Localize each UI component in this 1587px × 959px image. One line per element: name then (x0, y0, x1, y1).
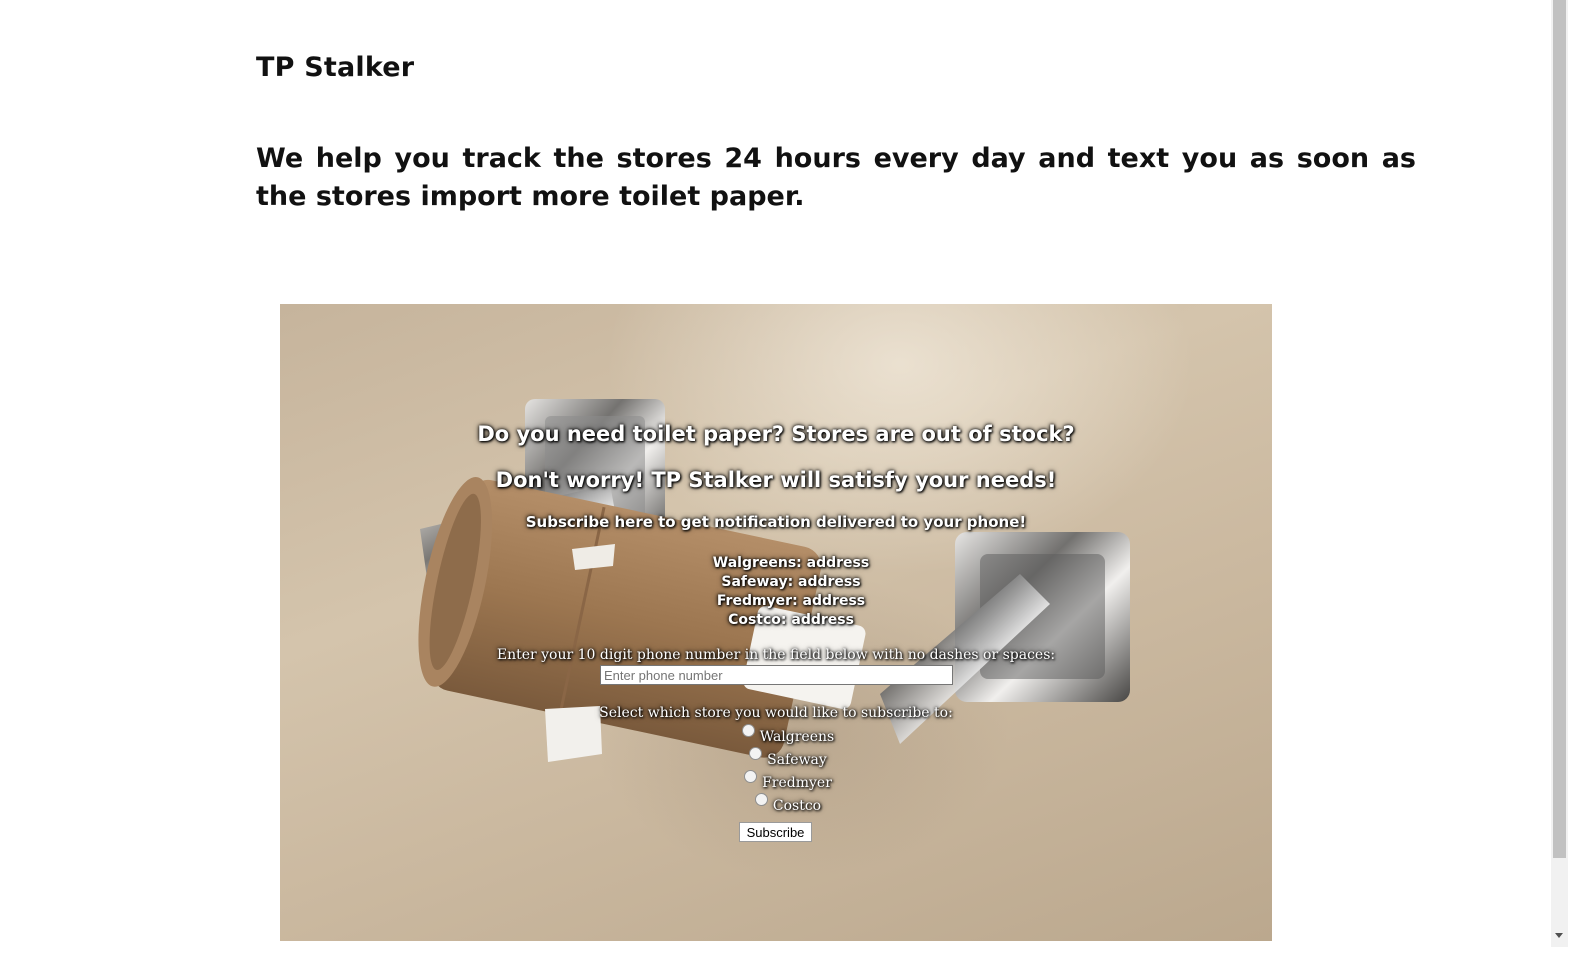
store-select-label: Select which store you would like to sub… (599, 705, 953, 721)
store-address-safeway: Safeway: address (721, 574, 861, 590)
vertical-scrollbar[interactable] (1551, 0, 1568, 947)
site-title: TP Stalker (256, 52, 415, 83)
store-address-walgreens: Walgreens: address (712, 555, 870, 571)
phone-field-label: Enter your 10 digit phone number in the … (496, 647, 1056, 663)
page: TP Stalker We help you track the stores … (0, 0, 1587, 959)
subscribe-prompt: Subscribe here to get notification deliv… (525, 513, 1027, 531)
radio-label-costco: Costco (772, 798, 822, 814)
phone-input[interactable] (600, 665, 953, 685)
radio-label-walgreens: Walgreens (759, 729, 835, 745)
radio-option-costco[interactable]: Costco (280, 793, 1272, 816)
radio-option-fredmyer[interactable]: Fredmyer (280, 770, 1272, 793)
radio-label-fredmyer: Fredmyer (762, 775, 832, 791)
store-radio-group: Walgreens Safeway Fredmyer Costco (280, 724, 1272, 816)
subscribe-button[interactable]: Subscribe (739, 822, 812, 842)
radio-button-costco[interactable] (754, 793, 768, 806)
radio-option-safeway[interactable]: Safeway (280, 747, 1272, 770)
radio-option-walgreens[interactable]: Walgreens (280, 724, 1272, 747)
radio-label-safeway: Safeway (767, 752, 827, 768)
radio-button-fredmyer[interactable] (744, 770, 758, 783)
hero-answer: Don't worry! TP Stalker will satisfy you… (495, 468, 1057, 492)
radio-button-walgreens[interactable] (741, 724, 755, 737)
store-address-fredmyer: Fredmyer: address (716, 593, 866, 609)
subscribe-panel: Do you need toilet paper? Stores are out… (280, 304, 1272, 941)
store-address-list: Walgreens: address Safeway: address Fred… (310, 554, 1272, 630)
hero-question: Do you need toilet paper? Stores are out… (477, 422, 1075, 446)
store-address-costco: Costco: address (728, 612, 854, 628)
scrollbar-thumb[interactable] (1553, 0, 1566, 858)
tagline: We help you track the stores 24 hours ev… (256, 143, 1416, 212)
radio-button-safeway[interactable] (749, 747, 763, 760)
scroll-down-arrow-icon[interactable] (1555, 933, 1563, 938)
